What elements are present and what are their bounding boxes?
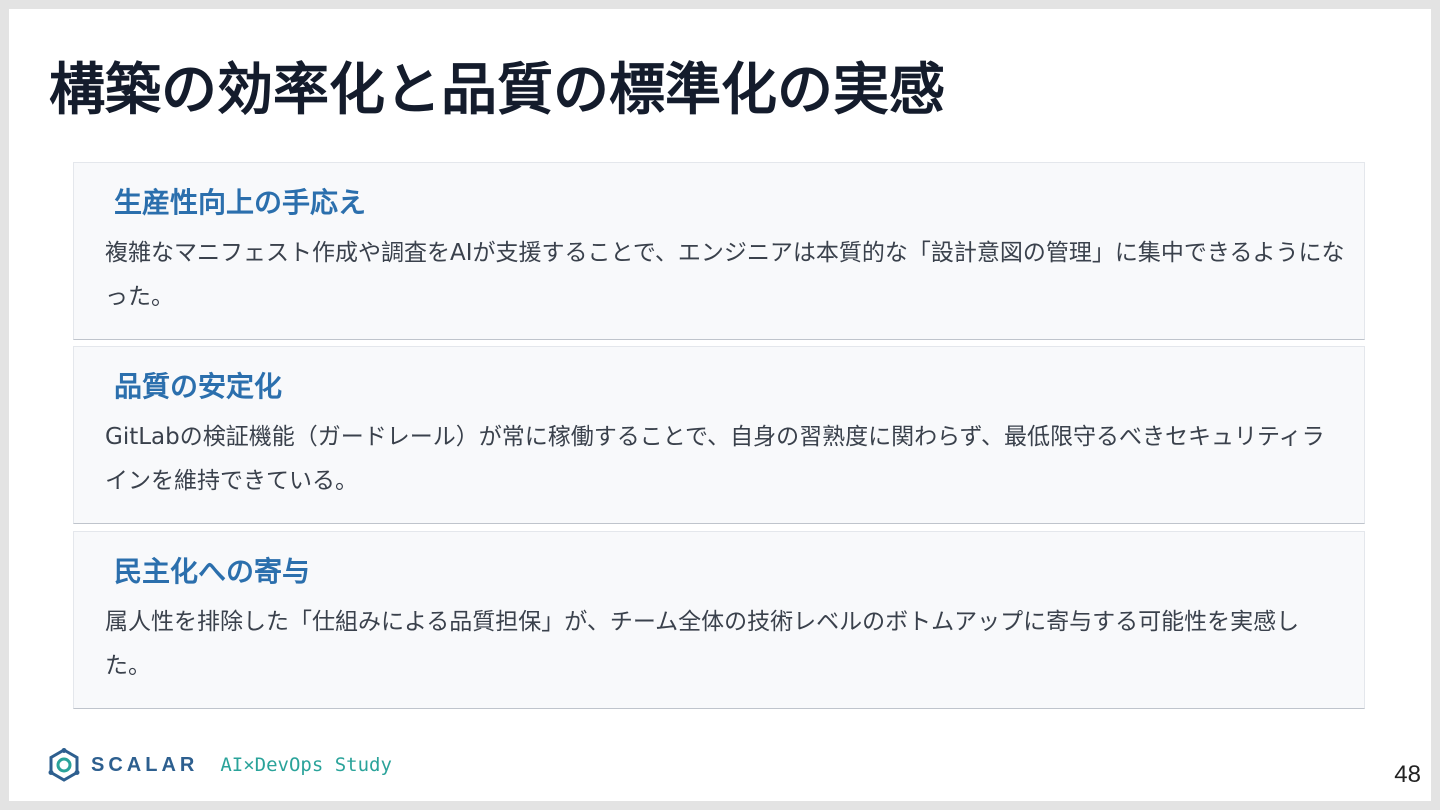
study-label: AI×DevOps Study — [220, 754, 392, 776]
card-title: 生産性向上の手応え — [114, 186, 367, 219]
card-productivity: 生産性向上の手応え 複雑なマニフェスト作成や調査をAIが支援することで、エンジニ… — [73, 162, 1365, 340]
page-number: 48 — [1394, 761, 1421, 788]
card-body: 属人性を排除した「仕組みによる品質担保」が、チーム全体の技術レベルのボトムアップ… — [105, 609, 1300, 679]
card-quality: 品質の安定化 GitLabの検証機能（ガードレール）が常に稼働することで、自身の… — [73, 346, 1365, 524]
slide: 構築の効率化と品質の標準化の実感 生産性向上の手応え 複雑なマニフェスト作成や調… — [9, 9, 1431, 801]
card-democratization: 民主化への寄与 属人性を排除した「仕組みによる品質担保」が、チーム全体の技術レベ… — [73, 531, 1365, 709]
card-title: 民主化への寄与 — [114, 555, 311, 588]
card-body: 複雑なマニフェスト作成や調査をAIが支援することで、エンジニアは本質的な「設計意… — [105, 240, 1345, 310]
page-title: 構築の効率化と品質の標準化の実感 — [49, 58, 945, 123]
footer-logo: SCALAR AI×DevOps Study — [47, 747, 392, 783]
card-title: 品質の安定化 — [114, 370, 283, 403]
scalar-logo-icon — [48, 748, 80, 782]
logo-text: SCALAR — [91, 753, 199, 776]
card-body: GitLabの検証機能（ガードレール）が常に稼働することで、自身の習熟度に関わら… — [105, 424, 1325, 494]
